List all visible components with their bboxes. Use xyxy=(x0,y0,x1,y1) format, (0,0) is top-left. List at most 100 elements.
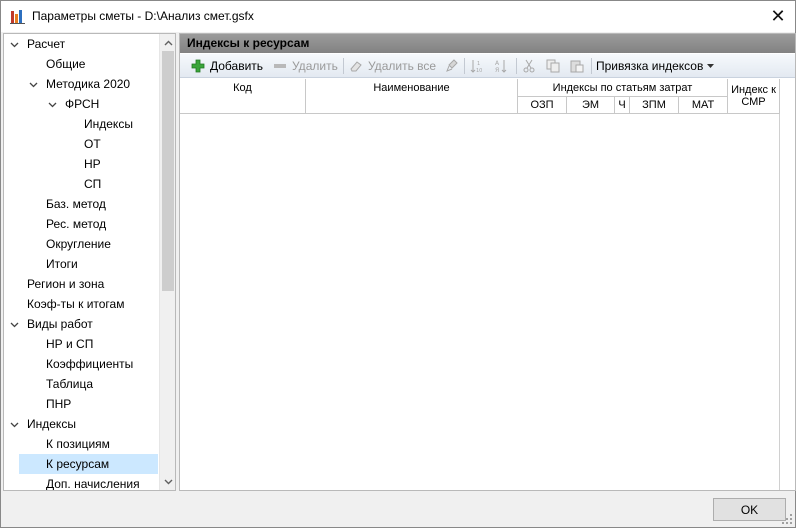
tree-item-label: Методика 2020 xyxy=(46,77,131,91)
tree-item-label: Баз. метод xyxy=(46,197,106,211)
tree-item[interactable]: Коэффициенты xyxy=(4,354,158,374)
app-icon xyxy=(10,9,25,24)
svg-text:10: 10 xyxy=(476,68,482,73)
tree-item[interactable]: Итоги xyxy=(4,254,158,274)
svg-text:Я: Я xyxy=(495,67,499,73)
add-label: Добавить xyxy=(210,59,264,73)
bind-indexes-dropdown[interactable]: Привязка индексов xyxy=(596,56,715,76)
copy-button[interactable] xyxy=(545,56,565,76)
sort-alpha-icon: AЯ xyxy=(493,58,509,74)
tree-item-label: Виды работ xyxy=(27,317,93,331)
column-header-em[interactable]: ЭМ xyxy=(567,97,615,114)
settings-tree[interactable]: Расчет Общие Методика 2020 ФРСН Индексы ОТ НР С… xyxy=(3,33,176,491)
cut-button[interactable] xyxy=(521,56,541,76)
toolbar-separator xyxy=(591,58,592,74)
scissors-icon xyxy=(521,58,537,74)
dropdown-arrow-icon xyxy=(707,64,715,68)
window-title: Параметры сметы - D:\Анализ смет.gsfx xyxy=(32,9,254,23)
tree-item[interactable]: К ресурсам xyxy=(19,454,158,474)
dialog-window: Параметры сметы - D:\Анализ смет.gsfx ✕ … xyxy=(0,0,796,528)
tree-item[interactable]: Расчет xyxy=(4,34,158,54)
column-group-cost-items: Индексы по статьям затрат xyxy=(518,79,728,97)
column-header-code[interactable]: Код xyxy=(180,79,306,114)
tree-item-label: Расчет xyxy=(27,37,66,51)
paste-icon xyxy=(569,58,585,74)
tree-item-label: Коэффициенты xyxy=(46,357,134,371)
tree-item[interactable]: Регион и зона xyxy=(4,274,158,294)
tree-item-label: Итоги xyxy=(46,257,78,271)
title-bar: Параметры сметы - D:\Анализ смет.gsfx ✕ xyxy=(1,1,795,32)
toolbar-separator xyxy=(464,58,465,74)
tree-item[interactable]: Коэф-ты к итогам xyxy=(4,294,158,314)
plus-icon xyxy=(190,58,206,74)
tree-item[interactable]: Таблица xyxy=(4,374,158,394)
delete-all-label: Удалить все xyxy=(368,59,437,73)
tree-item[interactable]: НР xyxy=(4,154,158,174)
svg-text:A: A xyxy=(495,60,500,67)
tree-item-label: Индексы xyxy=(84,117,133,131)
brush-icon xyxy=(444,58,460,74)
tree-item[interactable]: Баз. метод xyxy=(4,194,158,214)
delete-all-button[interactable]: Удалить все xyxy=(348,56,436,76)
tree-expander-icon[interactable] xyxy=(46,94,58,114)
tree-scrollbar[interactable] xyxy=(159,34,175,490)
tree-item-label: ПНР xyxy=(46,397,72,411)
paste-button[interactable] xyxy=(569,56,589,76)
ok-button[interactable]: OK xyxy=(713,498,786,521)
toolbar: Добавить Удалить Удалить все 1 10 A Я Пр… xyxy=(180,54,795,78)
column-header-smr[interactable]: Индекс к СМР xyxy=(728,79,780,114)
tree-expander-icon[interactable] xyxy=(27,74,39,94)
panel-title: Индексы к ресурсам xyxy=(180,34,795,53)
tree-item[interactable]: ФРСН xyxy=(4,94,158,114)
delete-label: Удалить xyxy=(292,59,338,73)
tree-item-label: Общие xyxy=(46,57,86,71)
column-header-ch[interactable]: Ч xyxy=(615,97,630,114)
tree-item-label: Округление xyxy=(46,237,111,251)
tree-item[interactable]: СП xyxy=(4,174,158,194)
scroll-down-icon[interactable] xyxy=(160,473,175,490)
tree-expander-icon[interactable] xyxy=(8,34,20,54)
tree-item[interactable]: Индексы xyxy=(4,414,158,434)
sort-ascending-icon: 1 10 xyxy=(469,58,485,74)
resource-indexes-panel: Индексы к ресурсам Добавить Удалить Удал… xyxy=(179,33,796,491)
tree-item[interactable]: Индексы xyxy=(4,114,158,134)
tree-item-label: СП xyxy=(84,177,102,191)
column-header-ozp[interactable]: ОЗП xyxy=(518,97,567,114)
scroll-thumb[interactable] xyxy=(162,51,174,291)
column-header-zpm[interactable]: ЗПМ xyxy=(630,97,679,114)
add-button[interactable]: Добавить xyxy=(190,56,263,76)
tree-item-label: Индексы xyxy=(27,417,76,431)
tree-item-label: НР и СП xyxy=(46,337,94,351)
resize-grip-icon[interactable] xyxy=(781,513,793,525)
indexes-grid[interactable]: Код Наименование Индексы по статьям затр… xyxy=(180,79,780,490)
sort-ascending-button[interactable]: 1 10 xyxy=(469,56,489,76)
scroll-up-icon[interactable] xyxy=(160,34,175,51)
column-header-name[interactable]: Наименование xyxy=(306,79,518,114)
tree-item[interactable]: НР и СП xyxy=(4,334,158,354)
bind-indexes-label: Привязка индексов xyxy=(596,59,704,73)
clear-filter-button[interactable] xyxy=(444,56,464,76)
svg-text:1: 1 xyxy=(477,61,480,67)
tree-expander-icon[interactable] xyxy=(8,314,20,334)
delete-button[interactable]: Удалить xyxy=(272,56,338,76)
tree-item[interactable]: Виды работ xyxy=(4,314,158,334)
tree-item[interactable]: Рес. метод xyxy=(4,214,158,234)
tree-item-label: ФРСН xyxy=(65,97,100,111)
tree-item[interactable]: ОТ xyxy=(4,134,158,154)
tree-item[interactable]: ПНР xyxy=(4,394,158,414)
tree-item[interactable]: Доп. начисления xyxy=(4,474,158,490)
column-header-mat[interactable]: МАТ xyxy=(679,97,728,114)
tree-item-label: Регион и зона xyxy=(27,277,105,291)
tree-item-label: К позициям xyxy=(46,437,110,451)
close-button[interactable]: ✕ xyxy=(761,1,795,32)
toolbar-separator xyxy=(343,58,344,74)
copy-icon xyxy=(545,58,561,74)
tree-item[interactable]: Методика 2020 xyxy=(4,74,158,94)
tree-item[interactable]: Общие xyxy=(4,54,158,74)
tree-item[interactable]: Округление xyxy=(4,234,158,254)
tree-item-label: НР xyxy=(84,157,101,171)
sort-alpha-button[interactable]: AЯ xyxy=(493,56,513,76)
tree-item[interactable]: К позициям xyxy=(4,434,158,454)
tree-expander-icon[interactable] xyxy=(8,414,20,434)
eraser-icon xyxy=(348,58,364,74)
